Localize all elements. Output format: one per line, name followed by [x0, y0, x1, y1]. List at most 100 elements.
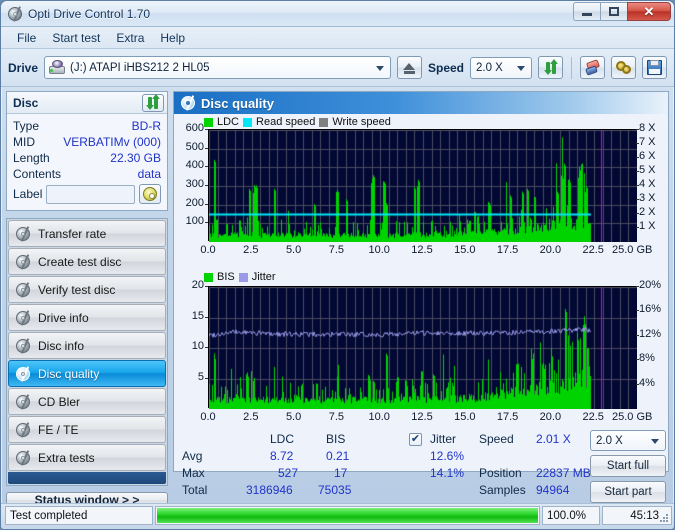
y-axis-tick — [205, 377, 208, 379]
x-axis-tick-label: 22.5 — [582, 411, 604, 423]
jitter-checkbox[interactable]: ✔ — [409, 433, 422, 446]
sidebar-item-verify-test-disc[interactable]: Verify test disc — [8, 276, 166, 303]
save-button[interactable] — [642, 56, 667, 79]
x-axis-tick-label: 22.5 — [582, 244, 604, 256]
disc-icon — [16, 225, 31, 242]
save-icon — [647, 60, 662, 75]
stats-max-bis: 17 — [334, 466, 348, 480]
chevron-down-icon — [517, 65, 525, 71]
y-axis-tick-label: 5 — [197, 370, 204, 383]
disc-icon — [16, 365, 31, 382]
erase-button[interactable] — [580, 56, 605, 79]
x-axis-tick-label: 15.0 — [454, 411, 476, 423]
disc-label-input[interactable] — [46, 184, 135, 204]
sidebar-item-disc-info[interactable]: Disc info — [8, 332, 166, 359]
stats-position-value: 22837 MB — [536, 466, 591, 480]
y2-axis-tick — [636, 171, 639, 172]
stats-avg-jitter: 12.6% — [430, 449, 465, 463]
x-axis-tick-label: 7.5 — [328, 411, 345, 423]
y2-axis-tick — [636, 185, 639, 186]
stats-samples-value: 94964 — [536, 483, 570, 497]
disc-length-value: 22.30 GB — [110, 151, 161, 165]
y-axis-tick — [205, 347, 208, 348]
y-axis-tick — [205, 185, 208, 186]
sidebar-item-label: Transfer rate — [38, 226, 107, 241]
eject-button[interactable] — [396, 56, 422, 79]
sidebar-item-disc-quality[interactable]: Disc quality — [8, 360, 166, 387]
test-speed-select[interactable]: 2.0 X — [590, 430, 666, 451]
window-controls: ✕ — [573, 2, 671, 21]
disc-label-label: Label — [13, 187, 43, 201]
nav-list-footer — [8, 472, 166, 484]
progress-bar-fill — [157, 508, 538, 523]
stats-avg-ldc: 8.72 — [270, 449, 294, 463]
menu-item-file[interactable]: File — [9, 29, 44, 47]
ldc-plot-area — [208, 129, 637, 242]
disc-refresh-button[interactable] — [142, 93, 164, 112]
cd-icon — [143, 187, 157, 201]
sidebar-item-cd-bler[interactable]: CD Bler — [8, 388, 166, 415]
panel-header: Disc quality — [174, 92, 668, 114]
toolbar-divider — [571, 56, 572, 79]
drive-icon — [48, 59, 66, 76]
elapsed-time-value: 45:13 — [630, 509, 659, 522]
start-part-button[interactable]: Start part — [590, 481, 666, 503]
y2-axis-tick-label: 20% — [639, 279, 662, 291]
x-axis-tick-label: 25.0 GB — [612, 244, 653, 256]
disc-icon — [16, 309, 31, 326]
disc-panel: Disc Type BD-R MID VERBATIMv (000) Lengt… — [6, 91, 168, 211]
y2-axis-tick — [636, 157, 639, 158]
start-full-button[interactable]: Start full — [590, 455, 666, 477]
menu-item-help[interactable]: Help — [152, 29, 193, 47]
sidebar-item-label: Extra tests — [38, 450, 95, 465]
maximize-button[interactable] — [600, 2, 628, 21]
legend-label: Read speed — [256, 116, 316, 128]
y2-axis-tick-label: 4% — [639, 376, 655, 389]
resize-grip[interactable] — [659, 513, 669, 523]
y2-axis-tick-label: 1 X — [639, 220, 656, 232]
speed-select[interactable]: 2.0 X — [470, 56, 532, 79]
close-button[interactable]: ✕ — [627, 2, 671, 21]
close-icon: ✕ — [643, 4, 655, 19]
y-axis-tick-label: 20 — [191, 279, 204, 291]
bis-jitter-chart-legend: BIS Jitter — [204, 271, 276, 283]
eject-icon — [403, 63, 416, 70]
sidebar-item-create-test-disc[interactable]: Create test disc — [8, 248, 166, 275]
drive-toolbar: Drive (J:) ATAPI iHBS212 2 HL05 Speed 2.… — [1, 49, 674, 87]
x-axis-tick-label: 15.0 — [454, 244, 476, 256]
sidebar-item-label: Disc quality — [38, 366, 100, 381]
refresh-icon — [145, 93, 161, 110]
sidebar-item-drive-info[interactable]: Drive info — [8, 304, 166, 331]
y2-axis-tick-label: 7 X — [639, 136, 656, 148]
disc-info-row-type: Type BD-R — [13, 119, 161, 133]
sidebar-item-extra-tests[interactable]: Extra tests — [8, 444, 166, 471]
legend-swatch — [204, 117, 213, 127]
window-title: Opti Drive Control 1.70 — [28, 6, 151, 21]
disc-contents-value: data — [137, 167, 161, 181]
stats-speed-value: 2.01 X — [536, 432, 571, 446]
sidebar-item-transfer-rate[interactable]: Transfer rate — [8, 220, 166, 247]
sidebar-item-fe-te[interactable]: FE / TE — [8, 416, 166, 443]
legend-label: BIS — [217, 271, 235, 283]
drive-select-value: (J:) ATAPI iHBS212 2 HL05 — [70, 61, 210, 74]
minimize-button[interactable] — [573, 2, 601, 21]
ldc-chart: LDC Read speed Write speed 100 200 300 400 500… — [174, 114, 668, 269]
disc-icon — [16, 337, 31, 354]
drive-select[interactable]: (J:) ATAPI iHBS212 2 HL05 — [44, 56, 391, 79]
y2-axis-tick-label: 3 X — [639, 192, 656, 204]
disc-info-row-mid: MID VERBATIMv (000) — [13, 135, 161, 149]
refresh-button[interactable] — [538, 56, 563, 79]
legend-label: Jitter — [251, 271, 276, 283]
progress-percent: 100.0% — [542, 506, 600, 525]
stats-row-total-label: Total — [182, 483, 208, 497]
x-axis-tick-label: 20.0 — [539, 411, 562, 423]
y2-axis-tick — [636, 383, 639, 385]
y-axis-tick-label: 100 — [185, 215, 204, 228]
y2-axis-tick — [636, 199, 639, 200]
y2-axis-tick — [636, 227, 639, 228]
disc-label-button[interactable] — [139, 184, 161, 204]
menu-item-extra[interactable]: Extra — [108, 29, 152, 47]
x-axis-tick-label: 2.5 — [243, 411, 259, 423]
settings-button[interactable] — [611, 56, 636, 79]
menu-item-start-test[interactable]: Start test — [44, 29, 108, 47]
